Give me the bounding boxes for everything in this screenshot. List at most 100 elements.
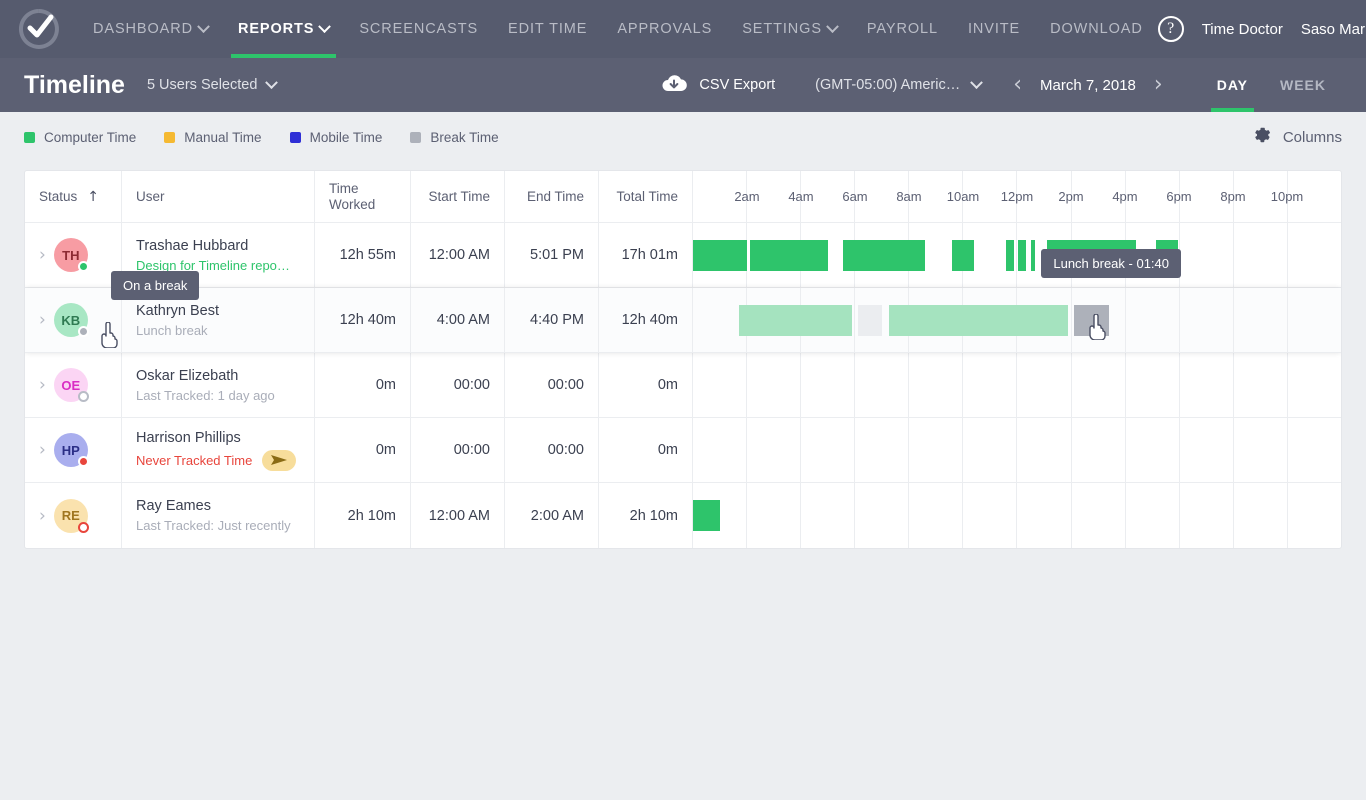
- range-toggle-day[interactable]: DAY: [1201, 58, 1264, 112]
- csv-export-button[interactable]: CSV Export: [661, 73, 775, 97]
- legend-item-manual-time: Manual Time: [164, 130, 261, 145]
- timeline-segment[interactable]: [693, 500, 720, 531]
- timeline-segment[interactable]: [739, 305, 852, 336]
- nav-item-edit-time[interactable]: EDIT TIME: [493, 0, 602, 58]
- time-worked: 2h 10m: [315, 483, 411, 548]
- nav-item-payroll[interactable]: PAYROLL: [852, 0, 953, 58]
- table-row[interactable]: › RE Ray Eames Last Tracked: Just recently 2…: [25, 483, 1341, 548]
- expand-row-chevron-icon[interactable]: ›: [39, 375, 46, 395]
- current-date-label[interactable]: March 7, 2018: [1040, 77, 1136, 94]
- status-badge[interactable]: [78, 456, 89, 467]
- nav-right-group: ? Time Doctor Saso Markoski SM: [1158, 12, 1366, 46]
- status-badge[interactable]: [78, 261, 89, 272]
- timezone-selector[interactable]: (GMT-05:00) Americ…: [815, 77, 981, 93]
- timeline-hour-label: 12pm: [987, 189, 1047, 205]
- column-header-label: Status: [39, 189, 77, 205]
- table-row[interactable]: › OE Oskar Elizebath Last Tracked: 1 day ag…: [25, 353, 1341, 418]
- timeline-hour-label: 6am: [825, 189, 885, 205]
- start-time: 12:00 AM: [411, 483, 505, 548]
- user-subtitle-row: Last Tracked: 1 day ago: [136, 388, 275, 403]
- column-header-time-worked[interactable]: Time Worked: [315, 171, 411, 222]
- nav-item-screencasts[interactable]: SCREENCASTS: [344, 0, 493, 58]
- timeline-segment[interactable]: [1018, 240, 1026, 271]
- users-selector[interactable]: 5 Users Selected: [147, 77, 276, 93]
- timeline-segments: [693, 500, 1341, 531]
- nav-item-invite[interactable]: INVITE: [953, 0, 1035, 58]
- timeline-segment[interactable]: [750, 240, 828, 271]
- table-row[interactable]: ›KBKathryn BestLunch break12h 40m4:00 AM…: [25, 288, 1341, 353]
- user-name[interactable]: Kathryn Best: [136, 303, 219, 319]
- timeline-segment[interactable]: [952, 240, 974, 271]
- nav-item-label: SETTINGS: [742, 21, 822, 37]
- user-name[interactable]: Harrison Phillips: [136, 430, 296, 446]
- avatar[interactable]: KB: [54, 303, 88, 337]
- csv-export-label: CSV Export: [699, 77, 775, 93]
- timeline-segment[interactable]: [1031, 240, 1035, 271]
- user-subtitle: Lunch break: [136, 323, 208, 338]
- avatar[interactable]: HP: [54, 433, 88, 467]
- timeline-cell[interactable]: [693, 223, 1341, 287]
- timeline-hour-label: 4pm: [1095, 189, 1155, 205]
- expand-row-chevron-icon[interactable]: ›: [39, 440, 46, 460]
- company-name[interactable]: Time Doctor: [1202, 21, 1283, 38]
- timeline-table: Status ↑ User Time Worked Start Time End…: [24, 170, 1342, 549]
- avatar[interactable]: TH: [54, 238, 88, 272]
- status-cell: › TH: [25, 223, 122, 287]
- column-header-end-time[interactable]: End Time: [505, 171, 599, 222]
- timeline-segment[interactable]: [1006, 240, 1014, 271]
- total-time-value: 17h 01m: [622, 247, 678, 263]
- expand-row-chevron-icon[interactable]: ›: [39, 506, 46, 526]
- timeline-segment[interactable]: [843, 240, 925, 271]
- nav-item-approvals[interactable]: APPROVALS: [602, 0, 727, 58]
- start-time: 00:00: [411, 418, 505, 482]
- cloud-download-icon: [661, 73, 687, 97]
- column-header-start-time[interactable]: Start Time: [411, 171, 505, 222]
- previous-day-button[interactable]: ‹: [1009, 74, 1026, 96]
- nav-item-reports[interactable]: REPORTS: [223, 0, 344, 58]
- user-name[interactable]: Oskar Elizebath: [136, 368, 275, 384]
- column-header-user[interactable]: User: [122, 171, 315, 222]
- timeline-cell[interactable]: [693, 483, 1341, 548]
- user-cell: Harrison PhillipsNever Tracked Time: [122, 418, 315, 482]
- timeline-segment[interactable]: [693, 240, 747, 271]
- expand-row-chevron-icon[interactable]: ›: [39, 245, 46, 265]
- status-badge[interactable]: [78, 522, 89, 533]
- start-time-value: 12:00 AM: [429, 508, 490, 524]
- status-badge[interactable]: [78, 326, 89, 337]
- timeline-segment[interactable]: [889, 305, 1069, 336]
- user-name[interactable]: Ray Eames: [136, 498, 291, 514]
- avatar[interactable]: OE: [54, 368, 88, 402]
- nav-item-label: INVITE: [968, 21, 1020, 37]
- timeline-segment[interactable]: [858, 305, 882, 336]
- break-tooltip: Lunch break - 01:40: [1041, 249, 1181, 278]
- nav-item-download[interactable]: DOWNLOAD: [1035, 0, 1158, 58]
- columns-label: Columns: [1283, 129, 1342, 146]
- app-logo-icon[interactable]: [18, 8, 60, 50]
- column-header-label: Total Time: [616, 189, 678, 205]
- timeline-cell[interactable]: [693, 418, 1341, 482]
- nav-item-label: REPORTS: [238, 21, 314, 37]
- status-badge[interactable]: [78, 391, 89, 402]
- paper-plane-icon[interactable]: [262, 450, 296, 471]
- columns-button[interactable]: Columns: [1252, 125, 1342, 149]
- help-icon[interactable]: ?: [1158, 16, 1184, 42]
- next-day-button[interactable]: ›: [1150, 74, 1167, 96]
- expand-row-chevron-icon[interactable]: ›: [39, 310, 46, 330]
- timeline-cell[interactable]: [693, 288, 1341, 352]
- timeline-cell[interactable]: [693, 353, 1341, 417]
- column-header-status[interactable]: Status ↑: [25, 171, 122, 222]
- column-header-label: Start Time: [428, 189, 490, 205]
- account-user-name[interactable]: Saso Markoski: [1301, 21, 1366, 38]
- user-name[interactable]: Trashae Hubbard: [136, 238, 290, 254]
- nav-item-settings[interactable]: SETTINGS: [727, 0, 852, 58]
- end-time: 4:40 PM: [505, 288, 599, 352]
- table-row[interactable]: ›HPHarrison PhillipsNever Tracked Time0m…: [25, 418, 1341, 483]
- chevron-down-icon: [970, 76, 983, 89]
- timeline-hour-label: 2pm: [1041, 189, 1101, 205]
- total-time: 0m: [599, 353, 693, 417]
- nav-item-dashboard[interactable]: DASHBOARD: [78, 0, 223, 58]
- range-toggle-week[interactable]: WEEK: [1264, 58, 1342, 112]
- avatar[interactable]: RE: [54, 499, 88, 533]
- user-subtitle: Last Tracked: Just recently: [136, 518, 291, 533]
- column-header-total-time[interactable]: Total Time: [599, 171, 693, 222]
